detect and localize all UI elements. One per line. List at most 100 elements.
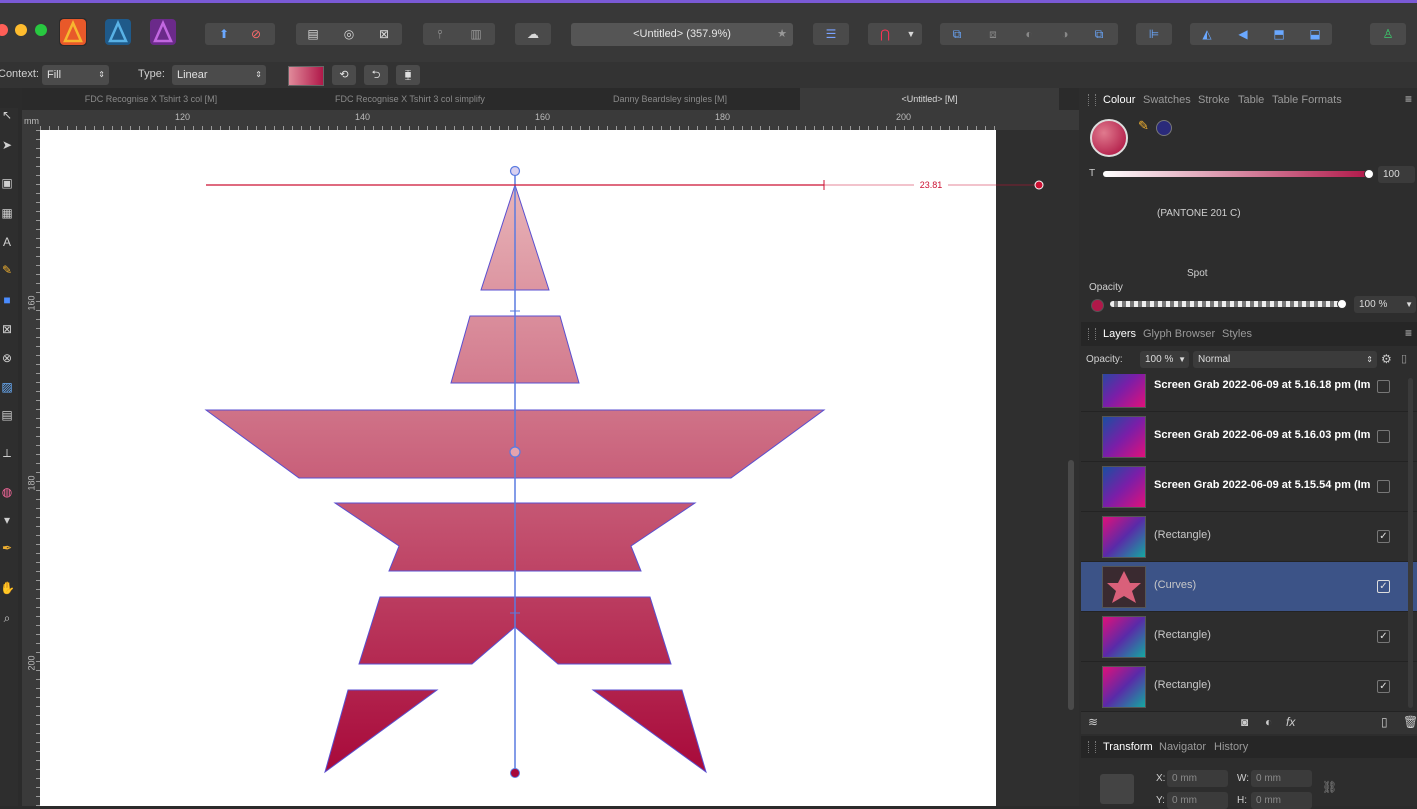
node-tool-icon[interactable]: ➤ <box>0 138 14 152</box>
view-mode-button[interactable]: ☁ <box>515 23 551 45</box>
add-layer-icon[interactable]: ▯ <box>1381 715 1388 729</box>
picture-frame-tool-icon[interactable]: ⊠ <box>0 322 14 336</box>
add-shape-icon[interactable]: ⧉ <box>946 23 968 45</box>
table-tool-icon[interactable]: ▦ <box>0 206 14 220</box>
lock-icon[interactable]: ▯ <box>1401 352 1407 365</box>
rectangle-tool-icon[interactable]: ■ <box>0 293 14 307</box>
layer-visibility-checkbox[interactable] <box>1377 380 1390 393</box>
layer-visibility-checkbox[interactable]: ✓ <box>1377 580 1390 593</box>
sync-icon[interactable]: ⊘ <box>245 23 267 45</box>
divide-icon[interactable]: ⧉ <box>1088 23 1110 45</box>
stroke-color-well[interactable] <box>1156 120 1172 136</box>
fill-tool-icon[interactable]: ◍ <box>0 485 14 499</box>
layer-visibility-checkbox[interactable] <box>1377 480 1390 493</box>
document-page[interactable] <box>40 130 996 806</box>
tab-styles[interactable]: Styles <box>1222 328 1252 340</box>
minimize-window-icon[interactable] <box>15 24 27 36</box>
mask-icon[interactable]: ◙ <box>1241 715 1248 729</box>
layer-item[interactable]: (Rectangle) ✓ <box>1081 512 1417 562</box>
chevron-down-icon[interactable]: ▼ <box>1405 296 1413 313</box>
opacity-slider[interactable] <box>1110 301 1342 307</box>
layer-visibility-checkbox[interactable]: ✓ <box>1377 630 1390 643</box>
share-icon[interactable]: ⬆ <box>213 23 235 45</box>
tab-fdc-simplify[interactable]: FDC Recognise X Tshirt 3 col simplify <box>280 88 540 110</box>
layers-scrollbar[interactable] <box>1408 378 1413 708</box>
layer-visibility-checkbox[interactable] <box>1377 430 1390 443</box>
layer-item[interactable]: Screen Grab 2022-06-09 at 5.15.54 pm (Im <box>1081 462 1417 512</box>
rotate-left-icon[interactable]: ⬒ <box>1268 23 1290 45</box>
w-field[interactable]: 0 mm <box>1251 770 1312 787</box>
intersect-icon[interactable]: ◐ <box>1018 23 1040 45</box>
layer-item[interactable]: (Rectangle) ✓ <box>1081 662 1417 712</box>
align-button[interactable]: ⊫ <box>1136 23 1172 45</box>
anchor-selector[interactable] <box>1100 774 1134 804</box>
layer-visibility-checkbox[interactable]: ✓ <box>1377 680 1390 693</box>
layer-opacity-field[interactable]: 100 % ▼ <box>1140 351 1189 368</box>
move-tool-icon[interactable]: ↖ <box>0 108 14 122</box>
blend-mode-select[interactable]: Normal ⇕ <box>1193 351 1377 368</box>
tab-colour[interactable]: Colour <box>1103 94 1135 106</box>
panel-grip-icon[interactable] <box>1088 741 1096 753</box>
tab-history[interactable]: History <box>1214 741 1248 753</box>
layer-item[interactable]: (Rectangle) ✓ <box>1081 612 1417 662</box>
baseline-grid-button[interactable]: ☰ <box>813 23 849 45</box>
opacity-value-field[interactable]: 100 % ▼ <box>1354 296 1416 313</box>
place-image-tool-icon[interactable]: ▨ <box>0 380 14 394</box>
panel-menu-icon[interactable]: ≡ <box>1405 326 1412 340</box>
tint-slider-handle[interactable] <box>1364 169 1374 179</box>
color-picker-tool-icon[interactable]: ✒ <box>0 541 14 555</box>
zoom-tool-icon[interactable]: ⌕ <box>0 611 14 626</box>
vertical-ruler[interactable]: 160 180 200 <box>22 130 40 806</box>
reverse-gradient-icon[interactable]: ⟲ <box>332 65 356 85</box>
adjustment-icon[interactable]: ◐ <box>1265 715 1272 729</box>
panel-menu-icon[interactable]: ≡ <box>1405 92 1412 106</box>
close-window-icon[interactable] <box>0 24 8 36</box>
tab-untitled[interactable]: <Untitled> [M] <box>800 88 1059 110</box>
publisher-icon[interactable] <box>149 18 177 46</box>
ellipse-frame-tool-icon[interactable]: ⊗ <box>0 351 14 365</box>
panel-grip-icon[interactable] <box>1088 328 1096 340</box>
crop-tool-icon[interactable]: ⟂ <box>0 446 14 461</box>
flip-vertical-icon[interactable]: ◀ <box>1232 23 1254 45</box>
fx-icon[interactable]: fx <box>1286 715 1295 729</box>
designer-icon[interactable] <box>59 18 87 46</box>
tab-glyph-browser[interactable]: Glyph Browser <box>1143 328 1215 340</box>
panel-grip-icon[interactable] <box>1088 94 1096 106</box>
tab-swatches[interactable]: Swatches <box>1143 94 1191 106</box>
aspect-gradient-icon[interactable]: ⧯ <box>396 65 420 85</box>
canvas-scrollbar[interactable] <box>1068 460 1074 710</box>
page-icon[interactable]: ▤ <box>302 23 324 45</box>
subtract-icon[interactable]: ⧈ <box>982 23 1004 45</box>
y-field[interactable]: 0 mm <box>1167 792 1228 809</box>
frame-text-tool-icon[interactable]: ▣ <box>0 176 14 190</box>
layer-visibility-checkbox[interactable]: ✓ <box>1377 530 1390 543</box>
snapping-button[interactable]: ⋂ ▼ <box>868 23 922 45</box>
tab-danny-beardsley[interactable]: Danny Beardsley singles [M] <box>540 88 800 110</box>
tint-slider[interactable] <box>1103 171 1369 177</box>
tab-transform[interactable]: Transform <box>1103 741 1153 753</box>
horizontal-ruler[interactable]: mm 120 140 160 180 200 <box>22 110 1079 130</box>
transparency-tool-icon[interactable]: ▾ <box>0 513 14 527</box>
xor-icon[interactable]: ◑ <box>1054 23 1076 45</box>
document-title[interactable]: <Untitled> (357.9%) ★ <box>571 23 793 46</box>
tab-table[interactable]: Table <box>1238 94 1264 106</box>
type-select[interactable]: Linear ⇕ <box>172 65 266 85</box>
layer-item-selected[interactable]: (Curves) ✓ <box>1081 562 1417 612</box>
layers-stack-icon[interactable]: ≋ <box>1088 715 1098 729</box>
hand-tool-icon[interactable]: ✋ <box>0 581 15 595</box>
h-field[interactable]: 0 mm <box>1251 792 1312 809</box>
opacity-slider-handle[interactable] <box>1337 299 1347 309</box>
x-field[interactable]: 0 mm <box>1167 770 1228 787</box>
context-select[interactable]: Fill ⇕ <box>42 65 109 85</box>
tab-table-formats[interactable]: Table Formats <box>1272 94 1342 106</box>
link-icon[interactable]: ⛓ <box>1322 780 1337 794</box>
trash-icon[interactable]: 🗑 <box>1403 715 1417 729</box>
artistic-text-tool-icon[interactable]: A <box>0 235 14 249</box>
chevron-down-icon[interactable]: ▼ <box>1178 351 1186 368</box>
rotate-gradient-icon[interactable]: ⮌ <box>364 65 388 85</box>
eyedropper-icon[interactable]: ✎ <box>1138 118 1149 134</box>
fill-color-well[interactable] <box>1090 119 1128 157</box>
tab-stroke[interactable]: Stroke <box>1198 94 1230 106</box>
spread-icon[interactable]: ◎ <box>338 23 360 45</box>
vector-crop-tool-icon[interactable]: ▤ <box>0 408 14 422</box>
